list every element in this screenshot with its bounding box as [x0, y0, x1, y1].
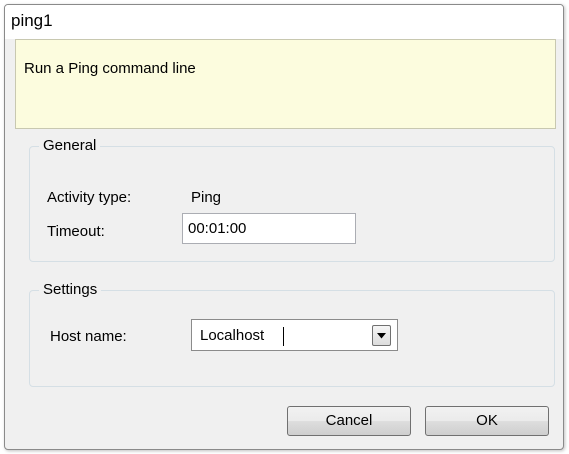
description-panel: Run a Ping command line: [15, 39, 556, 129]
activity-type-value: Ping: [191, 189, 222, 206]
title-bar: ping1: [5, 5, 563, 39]
host-name-combobox[interactable]: Localhost: [191, 319, 398, 351]
timeout-label: Timeout:: [47, 223, 105, 240]
dropdown-button[interactable]: [372, 325, 391, 346]
host-name-label: Host name:: [50, 328, 127, 345]
cancel-button[interactable]: Cancel: [287, 406, 411, 436]
host-name-value[interactable]: Localhost: [200, 327, 264, 344]
ok-button[interactable]: OK: [425, 406, 549, 436]
dialog-title: ping1: [11, 11, 53, 30]
description-text: Run a Ping command line: [24, 60, 196, 77]
settings-legend: Settings: [39, 281, 102, 299]
general-legend: General: [39, 137, 101, 155]
chevron-down-icon: [377, 333, 386, 339]
ping-activity-dialog: ping1 Run a Ping command line General Ac…: [4, 4, 564, 450]
timeout-input[interactable]: [182, 213, 356, 244]
activity-type-label: Activity type:: [47, 189, 132, 206]
text-cursor: [283, 327, 284, 346]
